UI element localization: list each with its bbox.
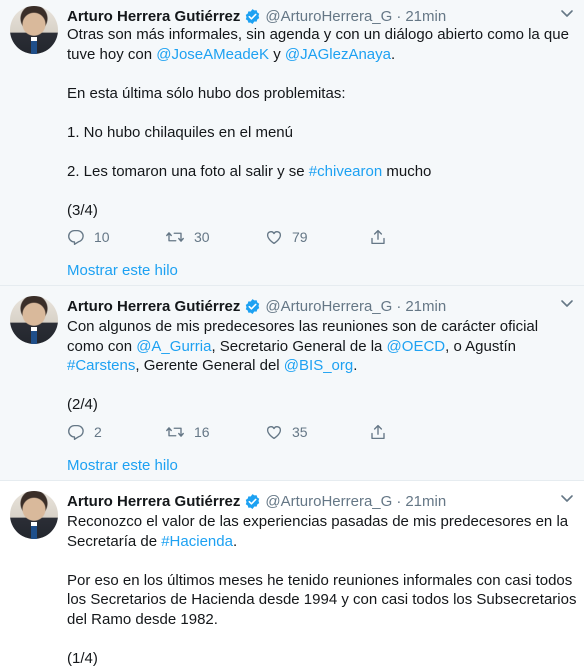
text-segment: mucho [382, 162, 432, 180]
tweet-3-of-4[interactable]: Arturo Herrera Gutiérrez @ArturoHerrera_… [0, 0, 584, 286]
tweet-timestamp[interactable]: 21min [405, 8, 446, 25]
reply-icon [68, 424, 84, 441]
chevron-down-icon[interactable] [560, 493, 574, 503]
like-button[interactable]: 35 [265, 423, 369, 441]
retweet-button[interactable]: 30 [165, 228, 265, 246]
reply-icon [68, 229, 84, 246]
avatar[interactable] [10, 296, 58, 344]
verified-badge-icon [246, 493, 260, 509]
text-segment: , Secretario General de la [211, 337, 387, 355]
share-button[interactable] [369, 423, 387, 441]
share-button[interactable] [369, 228, 387, 246]
tweet-2-of-4[interactable]: Arturo Herrera Gutiérrez @ArturoHerrera_… [0, 286, 584, 481]
author-name[interactable]: Arturo Herrera Gutiérrez [67, 493, 240, 510]
mention-link[interactable]: @A_Gurria [136, 338, 211, 355]
retweet-count: 30 [194, 229, 210, 245]
tweet-actions: 2 16 35 [67, 421, 387, 443]
tweet-1-of-4[interactable]: Arturo Herrera Gutiérrez @ArturoHerrera_… [0, 481, 584, 667]
like-count: 79 [292, 229, 308, 245]
text-segment: . [232, 532, 238, 550]
show-thread-link[interactable]: Mostrar este hilo [67, 262, 178, 279]
reply-button[interactable]: 2 [67, 423, 165, 441]
hashtag-link[interactable]: #Carstens [67, 357, 135, 374]
text-paragraph: En esta última sólo hubo dos problemitas… [67, 84, 346, 102]
author-handle[interactable]: @ArturoHerrera_G [265, 8, 392, 25]
chevron-down-icon[interactable] [560, 8, 574, 18]
avatar[interactable] [10, 6, 58, 54]
separator-dot: · [396, 7, 402, 25]
verified-badge-icon [246, 298, 260, 314]
tweet-actions: 10 30 79 [67, 226, 387, 248]
share-icon [371, 229, 385, 245]
hashtag-link[interactable]: #chivearon [309, 163, 382, 180]
tweet-header: Arturo Herrera Gutiérrez @ArturoHerrera_… [67, 6, 446, 26]
tweet-text: Reconozco el valor de las experiencias p… [67, 512, 577, 668]
text-segment: , o Agustín [445, 337, 521, 355]
retweet-count: 16 [194, 424, 210, 440]
text-segment: 2. Les tomaron una foto al salir y se [67, 162, 309, 180]
verified-badge-icon [246, 8, 260, 24]
separator-dot: · [396, 492, 402, 510]
text-segment: . [390, 45, 396, 63]
retweet-icon [166, 427, 184, 437]
retweet-button[interactable]: 16 [165, 423, 265, 441]
author-name[interactable]: Arturo Herrera Gutiérrez [67, 298, 240, 315]
tweet-header: Arturo Herrera Gutiérrez @ArturoHerrera_… [67, 296, 446, 316]
separator-dot: · [396, 297, 402, 315]
mention-link[interactable]: @BIS_org [284, 357, 353, 374]
text-paragraph: 1. No hubo chilaquiles en el menú [67, 123, 293, 141]
text-segment: . [353, 357, 358, 374]
hashtag-link[interactable]: #Hacienda [161, 533, 233, 550]
reply-count: 2 [94, 424, 102, 440]
mention-link[interactable]: @OECD [387, 338, 446, 355]
mention-link[interactable]: @JoseAMeadeK [156, 46, 269, 63]
text-paragraph: Por eso en los últimos meses he tenido r… [67, 571, 581, 628]
thread-counter: (1/4) [67, 649, 98, 667]
show-thread-link[interactable]: Mostrar este hilo [67, 457, 178, 474]
share-icon [371, 424, 385, 440]
chevron-down-icon[interactable] [560, 298, 574, 308]
text-segment: y [269, 45, 285, 63]
like-icon [266, 426, 282, 440]
thread-counter: (3/4) [67, 201, 98, 219]
reply-button[interactable]: 10 [67, 228, 165, 246]
like-count: 35 [292, 424, 308, 440]
like-button[interactable]: 79 [265, 228, 369, 246]
author-handle[interactable]: @ArturoHerrera_G [265, 298, 392, 315]
tweet-text: Con algunos de mis predecesores las reun… [67, 317, 577, 415]
reply-count: 10 [94, 229, 110, 245]
tweet-timestamp[interactable]: 21min [405, 298, 446, 315]
like-icon [266, 231, 282, 245]
avatar[interactable] [10, 491, 58, 539]
author-handle[interactable]: @ArturoHerrera_G [265, 493, 392, 510]
text-segment: , Gerente General del [135, 357, 284, 374]
tweet-text: Otras son más informales, sin agenda y c… [67, 25, 577, 220]
mention-link[interactable]: @JAGlezAnaya [285, 46, 391, 63]
thread-counter: (2/4) [67, 396, 98, 413]
author-name[interactable]: Arturo Herrera Gutiérrez [67, 8, 240, 25]
retweet-icon [166, 232, 184, 242]
text-segment: Reconozco el valor de las experiencias p… [67, 513, 573, 550]
tweet-timestamp[interactable]: 21min [405, 493, 446, 510]
tweet-header: Arturo Herrera Gutiérrez @ArturoHerrera_… [67, 491, 446, 511]
